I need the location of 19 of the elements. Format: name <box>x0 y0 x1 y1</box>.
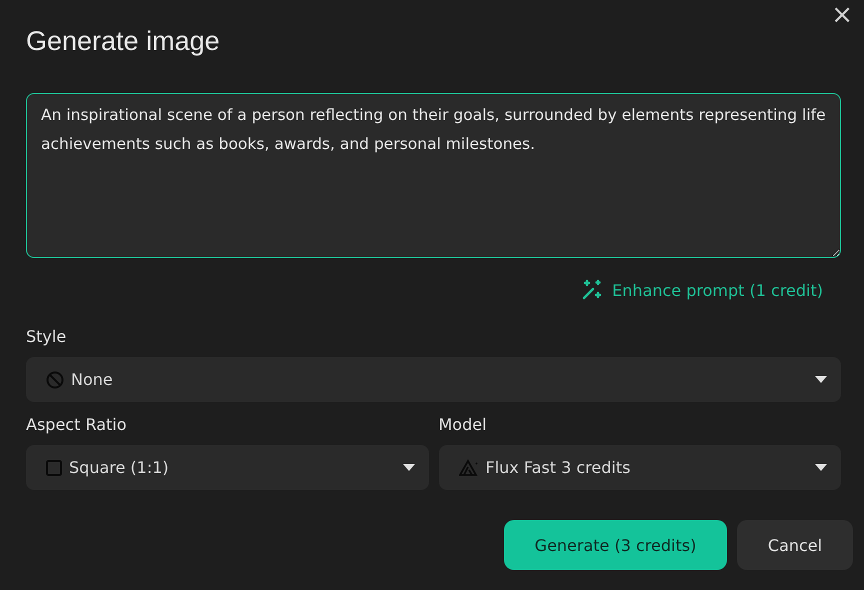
style-label: Style <box>26 326 68 348</box>
style-dropdown[interactable]: None <box>26 357 841 402</box>
magic-wand-icon <box>581 279 604 301</box>
triangle-icon <box>458 458 478 476</box>
model-label: Model <box>438 414 488 436</box>
model-dropdown[interactable]: Flux Fast 3 credits <box>438 445 841 490</box>
caret-icon <box>815 464 827 471</box>
enhance-prompt-button[interactable]: Enhance prompt (1 credit) <box>581 278 823 302</box>
caret-icon <box>815 376 827 383</box>
close-button[interactable]: × <box>831 2 853 28</box>
dialog-title: Generate image <box>26 26 220 57</box>
aspect-ratio-label: Aspect Ratio <box>26 414 128 436</box>
prohibited-icon <box>46 370 64 388</box>
caret-icon <box>402 464 414 471</box>
aspect-ratio-dropdown[interactable]: Square (1:1) <box>26 445 428 490</box>
cancel-button[interactable]: Cancel <box>737 520 853 570</box>
generate-button[interactable]: Generate (3 credits) <box>504 520 727 570</box>
prompt-field[interactable]: An inspirational scene of a person reflecting on their goals, surrounded by elements representing life achievements such as books, awards, and personal milestones. <box>26 93 841 258</box>
square-icon <box>46 460 62 476</box>
